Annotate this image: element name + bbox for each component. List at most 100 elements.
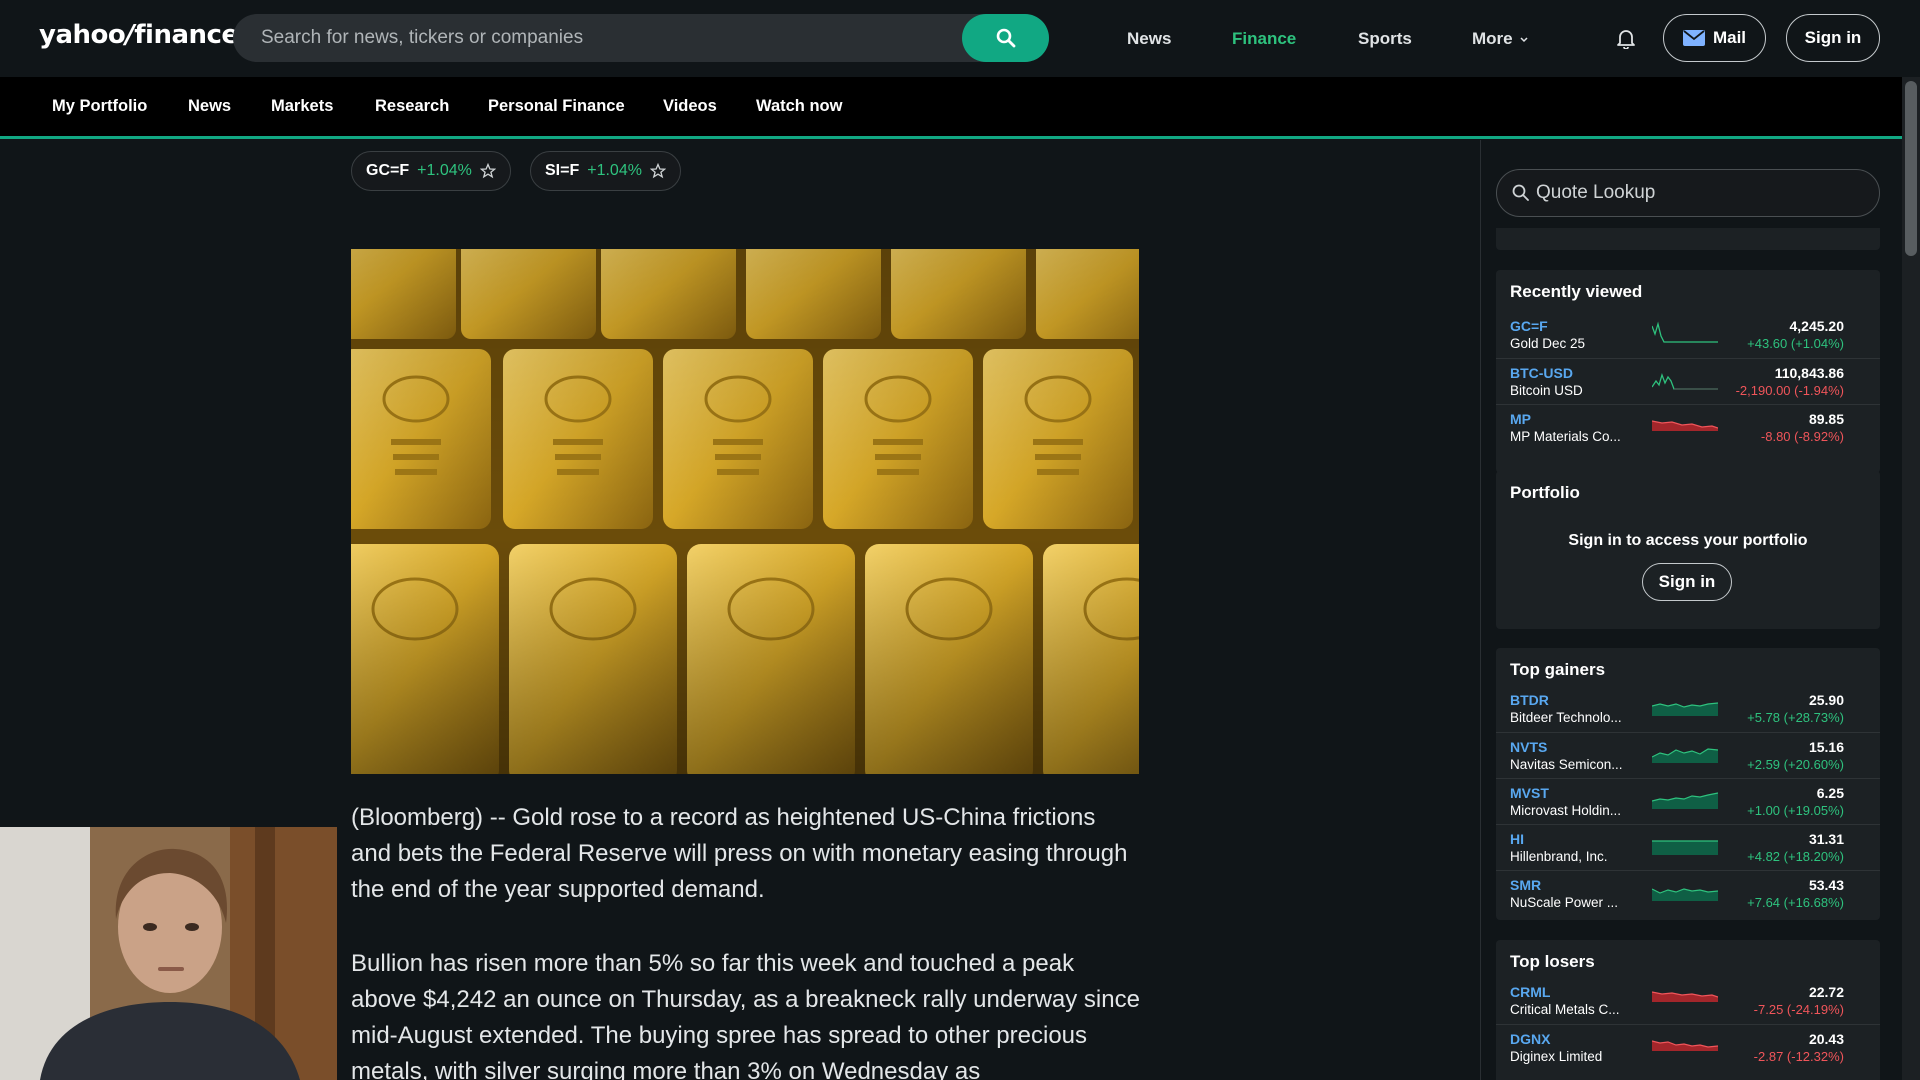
quote-symbol: BTDR (1510, 692, 1549, 708)
quote-row[interactable]: MP MP Materials Co... 89.85 -8.80 (-8.92… (1496, 404, 1880, 450)
search-icon (996, 28, 1015, 48)
quote-symbol: MP (1510, 411, 1531, 427)
quote-price: 4,245.20 (1789, 318, 1845, 334)
star-icon[interactable] (649, 163, 666, 179)
search-icon (1512, 184, 1529, 201)
quote-change: -2.87 (-12.32%) (1753, 1049, 1844, 1064)
quote-symbol: MVST (1510, 785, 1549, 801)
logo-sub: finance (134, 20, 239, 50)
gold-bars-image (351, 249, 1139, 774)
collapsed-widget-edge (1496, 228, 1880, 250)
quote-symbol: HI (1510, 831, 1524, 847)
quote-row[interactable]: SMR NuScale Power ... 53.43 +7.64 (+16.6… (1496, 870, 1880, 916)
quote-price: 25.90 (1808, 692, 1844, 708)
search-input[interactable] (261, 14, 961, 62)
sparkline-chart (1652, 1040, 1718, 1051)
logo-slash: / (125, 20, 135, 50)
ticker-chip-silver[interactable]: SI=F +1.04% (530, 151, 681, 191)
page-scrollbar[interactable] (1902, 77, 1920, 1080)
topnav-finance[interactable]: Finance (1232, 29, 1296, 49)
quote-change: +43.60 (+1.04%) (1747, 336, 1844, 351)
quote-row[interactable]: MVST Microvast Holdin... 6.25 +1.00 (+19… (1496, 778, 1880, 824)
top-header: yahoo/finance News Finance Sports More M… (0, 0, 1902, 77)
card-title: Portfolio (1510, 483, 1580, 502)
secondary-nav: My Portfolio News Markets Research Perso… (0, 77, 1902, 139)
quote-lookup-input[interactable] (1536, 170, 1856, 216)
search-button[interactable] (962, 14, 1049, 62)
topnav-more[interactable]: More (1472, 29, 1529, 49)
article-paragraph: Bullion has risen more than 5% so far th… (351, 950, 1140, 1080)
ticker-symbol: GC=F (366, 162, 410, 179)
quote-row[interactable]: DGNX Diginex Limited 20.43 -2.87 (-12.32… (1496, 1024, 1880, 1070)
quote-row[interactable]: BTDR Bitdeer Technolo... 25.90 +5.78 (+2… (1496, 686, 1880, 732)
logo-main: yahoo (39, 20, 126, 50)
quote-price: 53.43 (1808, 877, 1844, 893)
quote-row[interactable]: CRML Critical Metals C... 22.72 -7.25 (-… (1496, 978, 1880, 1024)
card-title: Top losers (1510, 952, 1595, 971)
sparkline-chart (1652, 888, 1718, 901)
portfolio-message: Sign in to access your portfolio (1568, 532, 1808, 549)
search-bar (233, 14, 1049, 62)
quote-name: Diginex Limited (1510, 1049, 1603, 1064)
quote-symbol: NVTS (1510, 739, 1548, 755)
article-paragraph: (Bloomberg) -- Gold rose to a record as … (351, 804, 1128, 903)
top-losers-card: Top losers CRML Critical Metals C... 22.… (1496, 940, 1880, 1080)
mail-label: Mail (1712, 28, 1747, 47)
subnav-personal-finance[interactable]: Personal Finance (488, 97, 625, 116)
quote-name: Microvast Holdin... (1510, 803, 1622, 818)
ticker-change: +1.04% (417, 162, 472, 179)
subnav-news[interactable]: News (188, 97, 231, 116)
sparkline-chart (1652, 991, 1718, 1002)
sparkline-chart (1652, 748, 1718, 763)
quote-change: +5.78 (+28.73%) (1747, 710, 1844, 725)
subnav-videos[interactable]: Videos (663, 97, 717, 116)
chevron-down-icon (1520, 37, 1528, 43)
sparkline-chart (1652, 420, 1718, 431)
quote-price: 110,843.86 (1774, 365, 1844, 381)
quote-name: Gold Dec 25 (1510, 336, 1586, 351)
bell-icon[interactable] (1615, 27, 1637, 49)
topnav-more-label: More (1472, 29, 1513, 48)
webcam-presenter-image (0, 827, 337, 1080)
quote-name: Navitas Semicon... (1510, 757, 1623, 772)
quote-row[interactable]: GC=F Gold Dec 25 4,245.20 +43.60 (+1.04%… (1496, 312, 1880, 358)
ticker-chip-gold[interactable]: GC=F +1.04% (351, 151, 511, 191)
topnav-news[interactable]: News (1127, 29, 1171, 49)
quote-name: Critical Metals C... (1510, 1002, 1620, 1017)
quote-symbol: GC=F (1510, 318, 1548, 334)
quote-price: 6.25 (1816, 785, 1844, 801)
quote-change: -8.80 (-8.92%) (1760, 429, 1844, 444)
topnav-sports[interactable]: Sports (1358, 29, 1412, 49)
mail-button[interactable]: Mail (1663, 14, 1766, 62)
subnav-my-portfolio[interactable]: My Portfolio (52, 97, 147, 116)
quote-symbol: SMR (1510, 877, 1542, 893)
top-gainers-card: Top gainers BTDR Bitdeer Technolo... 25.… (1496, 648, 1880, 920)
rail-divider (1480, 140, 1481, 1080)
quote-change: -7.25 (-24.19%) (1753, 1002, 1844, 1017)
quote-row[interactable]: HI Hillenbrand, Inc. 31.31 +4.82 (+18.20… (1496, 824, 1880, 870)
star-icon[interactable] (479, 163, 496, 179)
quote-symbol: DGNX (1510, 1031, 1551, 1047)
quote-change: +1.00 (+19.05%) (1747, 803, 1844, 818)
ticker-symbol: SI=F (545, 162, 580, 179)
quote-price: 89.85 (1808, 411, 1844, 427)
yahoo-finance-logo[interactable]: yahoo/finance (39, 20, 239, 50)
sign-in-button[interactable]: Sign in (1786, 14, 1880, 62)
quote-name: Bitcoin USD (1510, 383, 1583, 398)
quote-name: NuScale Power ... (1510, 895, 1619, 910)
quote-price: 31.31 (1808, 831, 1844, 847)
mail-icon (1682, 30, 1705, 46)
webcam-overlay (0, 827, 337, 1080)
card-title: Recently viewed (1510, 282, 1643, 301)
scrollbar-thumb[interactable] (1905, 81, 1917, 256)
article-body: (Bloomberg) -- Gold rose to a record as … (351, 800, 1141, 1080)
article-hero-image (351, 249, 1139, 774)
subnav-markets[interactable]: Markets (271, 97, 333, 116)
subnav-watch-now[interactable]: Watch now (756, 97, 842, 116)
portfolio-sign-in-button[interactable]: Sign in (1642, 563, 1732, 601)
sparkline-chart (1652, 321, 1718, 343)
quote-row[interactable]: NVTS Navitas Semicon... 15.16 +2.59 (+20… (1496, 732, 1880, 778)
subnav-research[interactable]: Research (375, 97, 449, 116)
quote-row[interactable]: BTC-USD Bitcoin USD 110,843.86 -2,190.00… (1496, 358, 1880, 404)
sparkline-chart (1652, 372, 1718, 390)
